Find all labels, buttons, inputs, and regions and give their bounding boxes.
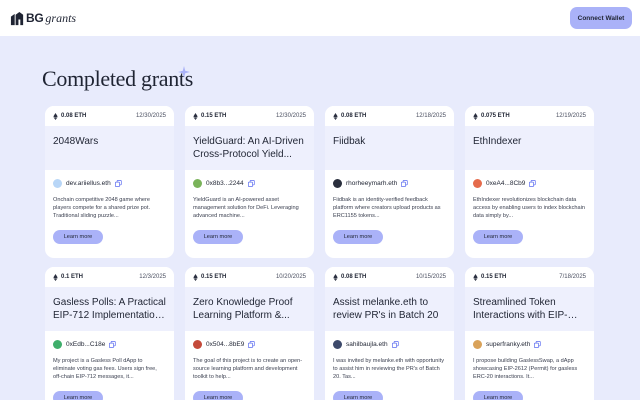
connect-wallet-button[interactable]: Connect Wallet — [570, 7, 632, 29]
grant-card: 0.08 ETH 10/15/2025 Assist melanke.eth to… — [325, 267, 454, 400]
sparkle-icon — [178, 66, 190, 78]
grant-amount: 0.15 ETH — [193, 273, 226, 281]
grant-title[interactable]: Assist melanke.eth to review PR's in Bat… — [333, 296, 446, 322]
grant-description: I propose building GaslessSwap, a dApp s… — [473, 358, 578, 380]
eth-icon — [473, 112, 478, 120]
builder-name[interactable]: 0x504...8bE9 — [206, 341, 244, 348]
builder-avatar — [333, 339, 342, 349]
builder-avatar — [473, 178, 482, 188]
logo[interactable]: BG grants — [10, 8, 76, 28]
builder-avatar — [473, 339, 482, 349]
copy-icon[interactable] — [109, 340, 117, 348]
learn-more-button[interactable]: Learn more — [193, 230, 243, 244]
logo-bg-text: BG — [26, 11, 44, 25]
copy-icon[interactable] — [114, 179, 122, 187]
grant-title[interactable]: Streamlined Token Interactions with EIP-… — [473, 296, 586, 322]
grant-title[interactable]: Fiidbak — [333, 135, 446, 148]
eth-icon — [473, 273, 478, 281]
learn-more-button[interactable]: Learn more — [193, 391, 243, 400]
grant-date: 10/15/2025 — [415, 274, 446, 280]
builder-avatar — [333, 178, 342, 188]
grant-card: 0.08 ETH 12/30/2025 2048Wars dev.ariiellu… — [45, 106, 174, 258]
grant-date: 12/30/2025 — [135, 113, 166, 119]
grant-date: 12/3/2025 — [139, 274, 166, 280]
grant-amount: 0.1 ETH — [53, 273, 83, 281]
grant-description: The goal of this project is to create an… — [193, 358, 303, 380]
grant-amount: 0.15 ETH — [193, 112, 226, 120]
eth-icon — [333, 112, 338, 120]
builder-name[interactable]: sahilbaujla.eth — [346, 341, 388, 348]
grant-amount: 0.08 ETH — [53, 112, 86, 120]
page-title: Completed grants — [42, 66, 194, 91]
logo-mark-icon — [10, 11, 24, 25]
grant-amount: 0.08 ETH — [333, 273, 366, 281]
copy-icon[interactable] — [401, 179, 408, 187]
grant-description: EthIndexer revolutionizes blockchain dat… — [473, 197, 585, 219]
builder-avatar — [193, 178, 202, 188]
grant-card: 0.075 ETH 12/19/2025 EthIndexer 0xeA4...8… — [465, 106, 594, 258]
grant-date: 7/18/2025 — [559, 274, 586, 280]
builder-name[interactable]: 0xEdb...C18e — [66, 341, 105, 348]
copy-icon[interactable] — [529, 179, 537, 187]
grant-description: YieldGuard is an AI-powered asset manage… — [193, 197, 299, 219]
grant-card: 0.15 ETH 7/18/2025 Streamlined Token Inte… — [465, 267, 594, 400]
grant-title[interactable]: EthIndexer — [473, 135, 586, 148]
grant-date: 12/18/2025 — [415, 113, 446, 119]
grant-date: 12/30/2025 — [275, 113, 306, 119]
copy-icon[interactable] — [534, 340, 541, 348]
copy-icon[interactable] — [248, 340, 255, 348]
logo-grants-text: grants — [45, 10, 77, 25]
copy-icon[interactable] — [391, 340, 399, 348]
builder-name[interactable]: dev.ariiellus.eth — [66, 180, 111, 187]
builder-name[interactable]: rhorheeymarh.eth — [346, 180, 397, 187]
grant-amount: 0.15 ETH — [473, 273, 506, 281]
grant-description: Onchain competitive 2048 game where play… — [53, 197, 151, 219]
learn-more-button[interactable]: Learn more — [473, 230, 523, 244]
learn-more-button[interactable]: Learn more — [53, 230, 103, 244]
eth-icon — [193, 273, 198, 281]
eth-icon — [333, 273, 338, 281]
grant-amount: 0.08 ETH — [333, 112, 366, 120]
learn-more-button[interactable]: Learn more — [53, 391, 103, 400]
eth-icon — [193, 112, 198, 120]
grant-description: Fiidbak is an identity-verified feedback… — [333, 197, 441, 219]
builder-name[interactable]: superfranky.eth — [486, 341, 530, 348]
grant-amount: 0.075 ETH — [473, 112, 510, 120]
copy-icon[interactable] — [247, 179, 255, 187]
learn-more-button[interactable]: Learn more — [333, 230, 383, 244]
eth-icon — [53, 273, 58, 281]
grant-card: 0.15 ETH 10/20/2025 Zero Knowledge Proof … — [185, 267, 314, 400]
grant-title[interactable]: Gasless Polls: A Practical EIP-712 Imple… — [53, 296, 166, 322]
grant-title[interactable]: 2048Wars — [53, 135, 166, 148]
grant-card: 0.1 ETH 12/3/2025 Gasless Polls: A Practi… — [45, 267, 174, 400]
grant-card: 0.15 ETH 12/30/2025 YieldGuard: An AI-Dri… — [185, 106, 314, 258]
top-navbar: BG grants Connect Wallet — [0, 0, 640, 36]
grant-title[interactable]: Zero Knowledge Proof Learning Platform &… — [193, 296, 306, 322]
builder-name[interactable]: 0xeA4...8Cb9 — [486, 180, 525, 187]
eth-icon — [53, 112, 58, 120]
grant-description: My project is a Gasless Poll dApp to eli… — [53, 358, 157, 380]
learn-more-button[interactable]: Learn more — [473, 391, 523, 400]
builder-avatar — [53, 339, 62, 349]
grant-card: 0.08 ETH 12/18/2025 Fiidbak rhorheeymarh.… — [325, 106, 454, 258]
builder-avatar — [193, 339, 202, 349]
grant-description: I was invited by melanke.eth with opport… — [333, 358, 445, 380]
grant-date: 10/20/2025 — [275, 274, 306, 280]
grant-title[interactable]: YieldGuard: An AI-Driven Cross-Protocol … — [193, 135, 306, 161]
builder-name[interactable]: 0x8b3...2244 — [206, 180, 244, 187]
builder-avatar — [53, 178, 62, 188]
learn-more-button[interactable]: Learn more — [333, 391, 383, 400]
grant-date: 12/19/2025 — [555, 113, 586, 119]
